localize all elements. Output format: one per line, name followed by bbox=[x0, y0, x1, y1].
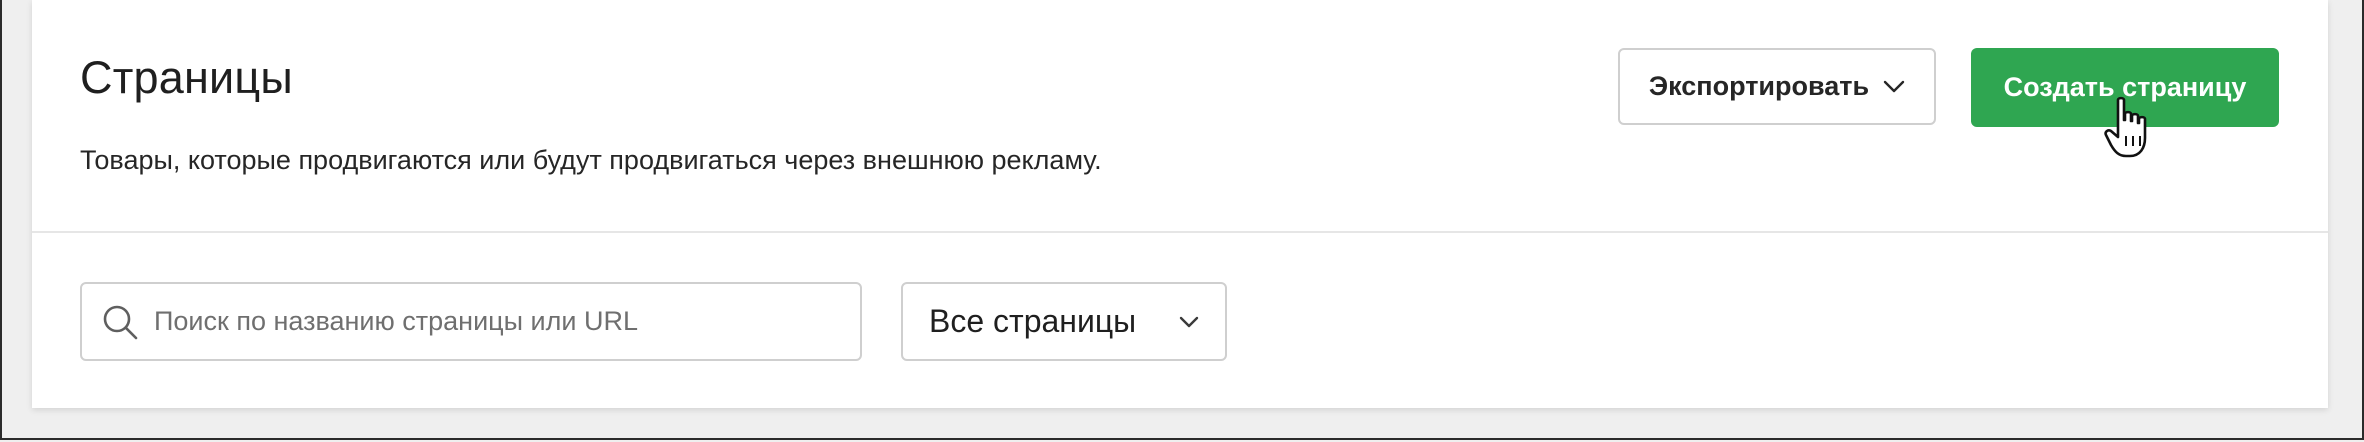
search-field[interactable] bbox=[80, 282, 862, 361]
page-title: Страницы bbox=[80, 52, 293, 103]
search-icon bbox=[100, 302, 140, 342]
card-header: Страницы Товары, которые продвигаются ил… bbox=[32, 0, 2328, 233]
export-button[interactable]: Экспортировать bbox=[1618, 48, 1936, 125]
pages-filter-select[interactable]: Все страницы bbox=[901, 282, 1227, 361]
pages-card: Страницы Товары, которые продвигаются ил… bbox=[32, 0, 2328, 408]
create-page-button-label: Создать страницу bbox=[2003, 72, 2247, 102]
pages-filter-value: Все страницы bbox=[929, 303, 1137, 339]
chevron-down-icon bbox=[1883, 80, 1905, 94]
export-button-label: Экспортировать bbox=[1648, 71, 1870, 101]
create-page-button[interactable]: Создать страницу bbox=[1971, 48, 2279, 127]
search-input[interactable] bbox=[152, 305, 836, 338]
chevron-down-icon bbox=[1179, 316, 1199, 328]
page-subtitle: Товары, которые продвигаются или будут п… bbox=[80, 145, 1102, 175]
